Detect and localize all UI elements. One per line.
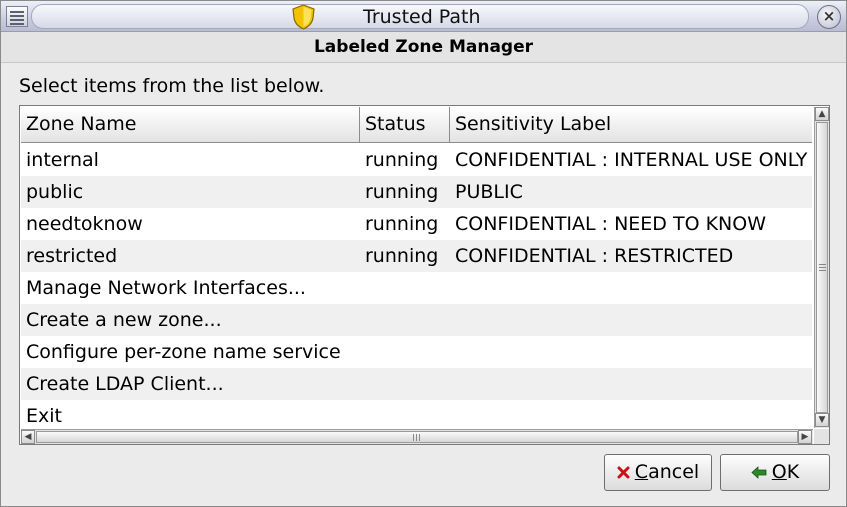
instruction-text: Select items from the list below. — [19, 75, 325, 97]
vertical-scroll-thumb[interactable] — [816, 122, 828, 413]
list-item[interactable]: Manage Network Interfaces... — [21, 272, 812, 304]
zone-name-cell: internal — [26, 149, 99, 171]
zone-name-cell: Exit — [26, 405, 62, 427]
cancel-button[interactable]: Cancel — [604, 454, 712, 491]
status-cell: running — [365, 181, 439, 203]
trusted-path-window: Trusted Path × Labeled Zone Manager Sele… — [0, 0, 847, 507]
status-cell: running — [365, 213, 439, 235]
label-cell: PUBLIC — [455, 181, 523, 203]
label-cell: CONFIDENTIAL : NEED TO KNOW — [455, 213, 766, 235]
zone-name-cell: Create LDAP Client... — [26, 373, 224, 395]
close-icon[interactable]: × — [817, 5, 841, 29]
zone-name-cell: Manage Network Interfaces... — [26, 277, 306, 299]
status-cell: running — [365, 149, 439, 171]
list-rows: internal running CONFIDENTIAL : INTERNAL… — [21, 144, 812, 430]
column-headers: Zone Name Status Sensitivity Label — [21, 107, 812, 143]
dialog-title: Labeled Zone Manager — [313, 37, 534, 57]
label-cell: CONFIDENTIAL : RESTRICTED — [455, 245, 734, 267]
title-bar[interactable]: Trusted Path × — [1, 1, 846, 32]
ok-label: K — [786, 461, 800, 483]
column-header-sensitivity-label[interactable]: Sensitivity Label — [450, 107, 812, 142]
list-item[interactable]: Configure per-zone name service — [21, 336, 812, 368]
list-item[interactable]: public running PUBLIC — [21, 176, 812, 208]
column-header-zone-name[interactable]: Zone Name — [21, 107, 360, 142]
scroll-up-icon[interactable]: ▲ — [815, 107, 829, 121]
horizontal-scrollbar[interactable]: ◀ ▶ — [21, 429, 813, 444]
window-title: Trusted Path — [363, 6, 481, 28]
shield-icon — [292, 4, 315, 30]
list-item[interactable]: Create LDAP Client... — [21, 368, 812, 400]
window-menu-icon[interactable] — [6, 6, 28, 27]
scroll-down-icon[interactable]: ▼ — [815, 413, 829, 427]
scroll-right-icon[interactable]: ▶ — [798, 430, 812, 444]
status-cell: running — [365, 245, 439, 267]
zone-name-cell: needtoknow — [26, 213, 143, 235]
zone-list[interactable]: Zone Name Status Sensitivity Label inter… — [19, 105, 830, 445]
scroll-left-icon[interactable]: ◀ — [21, 430, 35, 444]
list-item[interactable]: restricted running CONFIDENTIAL : RESTRI… — [21, 240, 812, 272]
ok-button[interactable]: OK — [720, 454, 830, 491]
vertical-scrollbar[interactable]: ▲ ▼ — [814, 107, 829, 428]
zone-name-cell: Configure per-zone name service — [26, 341, 341, 363]
list-item[interactable]: internal running CONFIDENTIAL : INTERNAL… — [21, 144, 812, 176]
list-item[interactable]: needtoknow running CONFIDENTIAL : NEED T… — [21, 208, 812, 240]
zone-name-cell: Create a new zone... — [26, 309, 222, 331]
green-arrow-icon — [751, 466, 767, 479]
cancel-label: ancel — [648, 461, 700, 483]
list-item[interactable]: Exit — [21, 400, 812, 430]
zone-name-cell: public — [26, 181, 84, 203]
cancel-mnemonic: C — [634, 461, 649, 483]
red-x-icon — [617, 466, 630, 479]
scrollbar-corner — [814, 429, 829, 444]
column-header-status[interactable]: Status — [360, 107, 450, 142]
dialog-header: Labeled Zone Manager — [1, 32, 846, 63]
zone-name-cell: restricted — [26, 245, 118, 267]
list-item[interactable]: Create a new zone... — [21, 304, 812, 336]
ok-mnemonic: O — [771, 461, 787, 483]
horizontal-scroll-thumb[interactable] — [36, 431, 798, 443]
label-cell: CONFIDENTIAL : INTERNAL USE ONLY — [455, 149, 808, 171]
